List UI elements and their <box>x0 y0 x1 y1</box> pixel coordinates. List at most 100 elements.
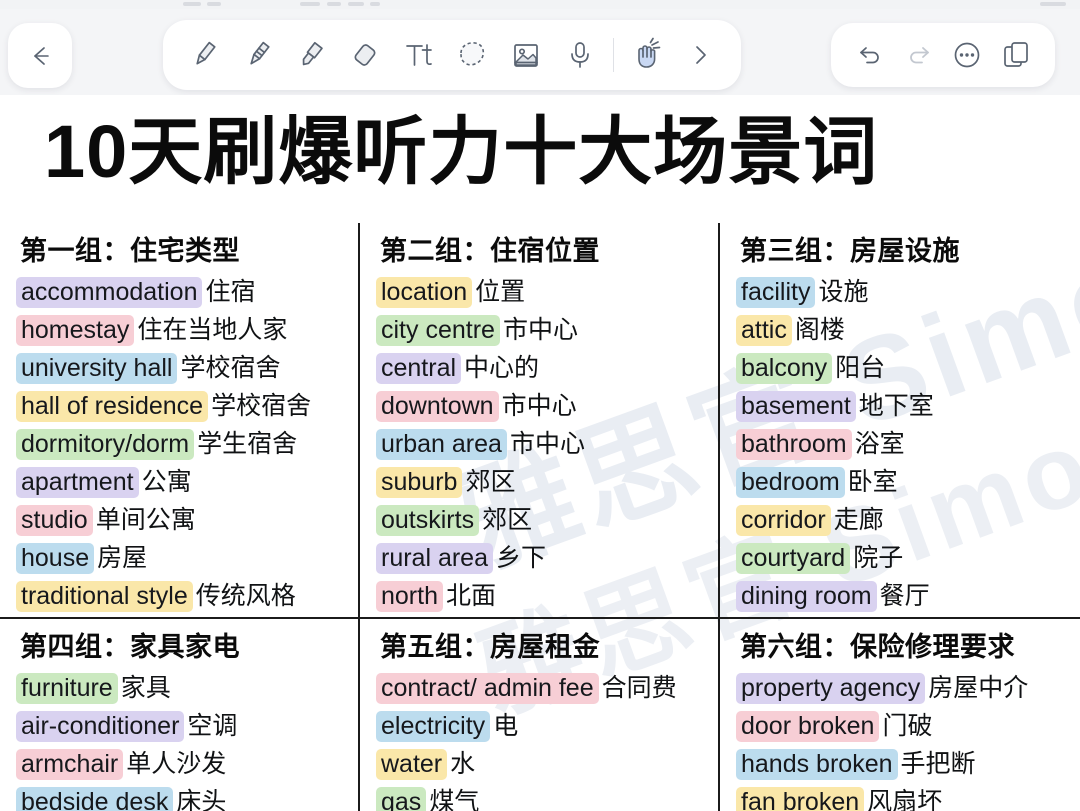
vocab-entry: city centre 市中心 <box>376 311 718 349</box>
actions-toolbar <box>831 23 1055 87</box>
term: balcony <box>736 353 833 384</box>
translation: 风扇坏 <box>867 788 943 811</box>
vocab-entry: facility 设施 <box>736 273 1080 311</box>
term: north <box>376 581 443 612</box>
toolbar-divider <box>612 38 614 72</box>
term: hands broken <box>736 749 898 780</box>
vocab-entry: bathroom 浴室 <box>736 425 1080 463</box>
toolbar-band <box>0 9 1080 95</box>
group-title: 第一组：住宅类型 <box>20 236 240 266</box>
vocab-entry: bedroom 卧室 <box>736 463 1080 501</box>
entry-list-3: facility 设施 attic 阁楼 balcony 阳台 basement 地下室… <box>734 273 1080 615</box>
eraser-tool-icon[interactable] <box>344 32 386 78</box>
term: basement <box>736 391 856 422</box>
vocab-entry: corridor 走廊 <box>736 501 1080 539</box>
note-page[interactable]: 雅思官 Simon 雅思培训 雅思官 Simon 雅思培训 10天刷爆听力十大场… <box>0 95 1080 811</box>
translation: 走廊 <box>833 506 884 534</box>
term: air-conditioner <box>16 711 185 742</box>
term: location <box>376 277 473 308</box>
vocab-entry: basement 地下室 <box>736 387 1080 425</box>
term: downtown <box>376 391 499 422</box>
vocab-entry: electricity 电 <box>376 707 718 745</box>
translation: 中心的 <box>464 354 540 382</box>
translation: 北面 <box>445 582 496 610</box>
entry-list-1: accommodation 住宿 homestay 住在当地人家 universit… <box>14 273 358 615</box>
group-cell-4: 第四组：家具家电 furniture 家具 air-conditioner 空调 a… <box>0 619 360 811</box>
term: central <box>376 353 462 384</box>
translation: 餐厅 <box>879 582 930 610</box>
group-cell-6: 第六组：保险修理要求 property agency 房屋中介 door brok… <box>720 619 1080 811</box>
group-cell-1: 第一组：住宅类型 accommodation 住宿 homestay 住在当地人家 … <box>0 223 360 619</box>
vocab-entry: door broken 门破 <box>736 707 1080 745</box>
vocab-entry: urban area 市中心 <box>376 425 718 463</box>
redo-icon[interactable] <box>898 32 940 78</box>
text-tool-icon[interactable] <box>398 32 440 78</box>
term: dining room <box>736 581 877 612</box>
pen-tool-icon[interactable] <box>183 32 225 78</box>
vocab-entry: accommodation 住宿 <box>16 273 358 311</box>
page-title: 10天刷爆听力十大场景词 <box>44 110 879 193</box>
back-arrow-icon[interactable] <box>19 33 61 79</box>
microphone-tool-icon[interactable] <box>559 32 601 78</box>
group-title: 第四组：家具家电 <box>20 632 240 662</box>
translation: 家具 <box>120 674 171 702</box>
vocab-entry: contract/ admin fee 合同费 <box>376 669 718 707</box>
term: bedroom <box>736 467 845 498</box>
term: homestay <box>16 315 135 346</box>
vocab-entry: suburb 郊区 <box>376 463 718 501</box>
highlighter-tool-icon[interactable] <box>290 32 332 78</box>
translation: 市中心 <box>502 316 578 344</box>
term: rural area <box>376 543 493 574</box>
hand-tool-icon[interactable] <box>625 32 667 78</box>
term: house <box>16 543 95 574</box>
term: corridor <box>736 505 831 536</box>
vocab-entry: apartment 公寓 <box>16 463 358 501</box>
translation: 郊区 <box>465 468 516 496</box>
pencil-tool-icon[interactable] <box>237 32 279 78</box>
tools-toolbar <box>163 20 741 90</box>
translation: 市中心 <box>509 430 585 458</box>
translation: 单间公寓 <box>95 506 196 534</box>
image-tool-icon[interactable] <box>505 32 547 78</box>
translation: 市中心 <box>501 392 577 420</box>
vocab-entry: armchair 单人沙发 <box>16 745 358 783</box>
entry-list-5: contract/ admin fee 合同费 electricity 电 wate… <box>374 669 718 811</box>
term: gas <box>376 787 427 811</box>
translation: 房屋 <box>97 544 148 572</box>
term: armchair <box>16 749 124 780</box>
term: suburb <box>376 467 463 498</box>
term: urban area <box>376 429 507 460</box>
translation: 手把断 <box>900 750 976 778</box>
term: hall of residence <box>16 391 209 422</box>
translation: 浴室 <box>854 430 905 458</box>
term: electricity <box>376 711 491 742</box>
term: traditional style <box>16 581 193 612</box>
term: studio <box>16 505 93 536</box>
pages-icon[interactable] <box>995 32 1037 78</box>
vocab-entry: studio 单间公寓 <box>16 501 358 539</box>
back-button[interactable] <box>8 23 72 88</box>
term: apartment <box>16 467 139 498</box>
term: bathroom <box>736 429 852 460</box>
translation: 阁楼 <box>794 316 845 344</box>
translation: 郊区 <box>482 506 533 534</box>
group-cell-5: 第五组：房屋租金 contract/ admin fee 合同费 electric… <box>360 619 720 811</box>
entry-list-6: property agency 房屋中介 door broken 门破 hands … <box>734 669 1080 811</box>
entry-list-4: furniture 家具 air-conditioner 空调 armchair 单人… <box>14 669 358 811</box>
translation: 位置 <box>475 278 526 306</box>
translation: 房屋中介 <box>928 674 1029 702</box>
undo-icon[interactable] <box>849 32 891 78</box>
vocab-entry: courtyard 院子 <box>736 539 1080 577</box>
term: facility <box>736 277 816 308</box>
more-options-icon[interactable] <box>946 32 988 78</box>
translation: 传统风格 <box>195 582 296 610</box>
more-tools-chevron-icon[interactable] <box>679 32 721 78</box>
term: bedside desk <box>16 787 174 811</box>
term: dormitory/dorm <box>16 429 195 460</box>
translation: 空调 <box>187 712 238 740</box>
group-title: 第五组：房屋租金 <box>380 632 600 662</box>
lasso-tool-icon[interactable] <box>451 32 493 78</box>
vocab-entry: north 北面 <box>376 577 718 615</box>
group-title: 第二组：住宿位置 <box>380 236 600 266</box>
vocab-entry: air-conditioner 空调 <box>16 707 358 745</box>
